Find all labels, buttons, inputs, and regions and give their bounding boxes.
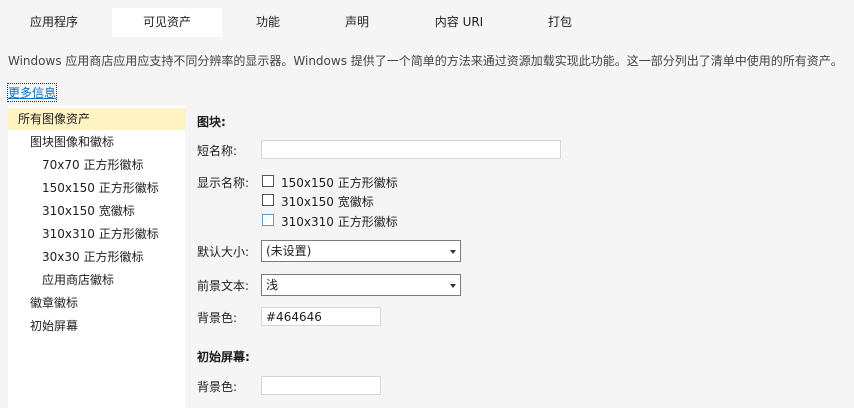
tab-application[interactable]: 应用程序	[0, 8, 108, 37]
tree-item-all-assets[interactable]: 所有图像资产	[8, 108, 185, 130]
background-color-label: 背景色:	[197, 311, 238, 325]
checkbox-310x310-label: 310x310 正方形徽标	[281, 215, 398, 229]
short-name-label: 短名称:	[197, 144, 238, 158]
checkbox-150x150[interactable]	[262, 175, 274, 187]
default-size-label: 默认大小:	[197, 245, 250, 259]
splash-heading: 初始屏幕:	[197, 350, 250, 364]
short-name-input[interactable]	[261, 140, 561, 159]
foreground-text-value: 浅	[266, 278, 279, 292]
splash-background-label: 背景色:	[197, 380, 238, 394]
page-description: Windows 应用商店应用应支持不同分辨率的显示器。Windows 提供了一个…	[8, 54, 843, 68]
tree-item-store-logo[interactable]: 应用商店徽标	[8, 269, 185, 291]
default-size-value: (未设置)	[266, 244, 312, 258]
tree-item-splash-screen[interactable]: 初始屏幕	[8, 315, 185, 337]
tree-item-70x70[interactable]: 70x70 正方形徽标	[8, 154, 185, 176]
tab-content-uris[interactable]: 内容 URI	[400, 8, 518, 37]
background-color-input[interactable]: #464646	[261, 307, 381, 326]
checkbox-310x310[interactable]	[262, 214, 274, 226]
tree-item-badge-logo[interactable]: 徽章徽标	[8, 292, 185, 314]
tree-item-310x150[interactable]: 310x150 宽徽标	[8, 200, 185, 222]
checkbox-310x150[interactable]	[262, 194, 274, 206]
tile-heading: 图块:	[197, 115, 226, 129]
more-info-link[interactable]: 更多信息	[6, 83, 58, 102]
tab-visual-assets[interactable]: 可见资产	[112, 8, 222, 37]
splash-background-input[interactable]	[261, 376, 381, 395]
tab-declarations[interactable]: 声明	[314, 8, 400, 37]
foreground-text-label: 前景文本:	[197, 279, 250, 293]
tab-capabilities[interactable]: 功能	[222, 8, 314, 37]
tree-item-310x310[interactable]: 310x310 正方形徽标	[8, 223, 185, 245]
tab-bar: 应用程序 可见资产 功能 声明 内容 URI 打包	[0, 0, 854, 37]
chevron-down-icon	[450, 284, 456, 288]
default-size-dropdown[interactable]: (未设置)	[261, 240, 461, 262]
asset-tree: 所有图像资产 图块图像和徽标 70x70 正方形徽标 150x150 正方形徽标…	[8, 106, 185, 408]
checkbox-310x150-label: 310x150 宽徽标	[281, 195, 374, 209]
checkbox-150x150-label: 150x150 正方形徽标	[281, 176, 398, 190]
tree-item-150x150[interactable]: 150x150 正方形徽标	[8, 177, 185, 199]
chevron-down-icon	[450, 250, 456, 254]
foreground-text-dropdown[interactable]: 浅	[261, 274, 461, 296]
display-name-label: 显示名称:	[197, 176, 250, 190]
tree-item-tile-images[interactable]: 图块图像和徽标	[8, 131, 185, 153]
tab-packaging[interactable]: 打包	[518, 8, 602, 37]
tree-item-30x30[interactable]: 30x30 正方形徽标	[8, 246, 185, 268]
